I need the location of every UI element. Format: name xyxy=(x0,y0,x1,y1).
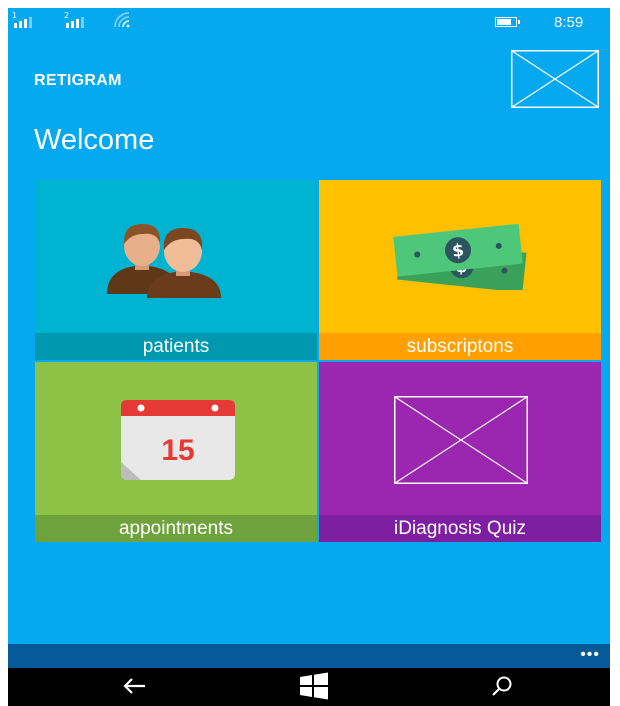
app-title: RETIGRAM xyxy=(34,72,122,89)
battery-icon xyxy=(495,17,520,27)
image-placeholder-icon[interactable] xyxy=(511,50,599,108)
tile-label: patients xyxy=(35,333,317,360)
tile-label: appointments xyxy=(35,515,317,542)
subscriptions-tile[interactable]: $ $ subscriptons xyxy=(319,180,601,360)
navigation-bar xyxy=(8,668,610,706)
back-icon[interactable] xyxy=(119,672,149,700)
patients-icon xyxy=(107,224,221,298)
search-icon[interactable] xyxy=(487,672,517,700)
calendar-icon: 15 xyxy=(121,400,235,480)
tile-label: iDiagnosis Quiz xyxy=(319,515,601,542)
welcome-heading: Welcome xyxy=(34,124,155,156)
calendar-day: 15 xyxy=(161,434,194,467)
money-icon: $ $ xyxy=(393,224,527,290)
appointments-tile[interactable]: 15 appointments xyxy=(35,362,317,542)
svg-text:$: $ xyxy=(451,241,465,262)
idiagnosis-quiz-tile[interactable]: iDiagnosis Quiz xyxy=(319,362,601,542)
app-bar: ••• xyxy=(8,644,610,668)
windows-start-icon[interactable] xyxy=(298,672,330,700)
status-bar: 1 2 8:59 xyxy=(8,8,610,38)
image-placeholder-icon xyxy=(394,396,528,484)
more-options-button[interactable]: ••• xyxy=(580,647,600,663)
wifi-icon xyxy=(114,12,130,28)
tile-label: subscriptons xyxy=(319,333,601,360)
status-time: 8:59 xyxy=(554,14,584,31)
app-screen: 1 2 8:59 RETIGRAM Welcome patients $ sub… xyxy=(8,8,610,706)
patients-tile[interactable]: patients xyxy=(35,180,317,360)
